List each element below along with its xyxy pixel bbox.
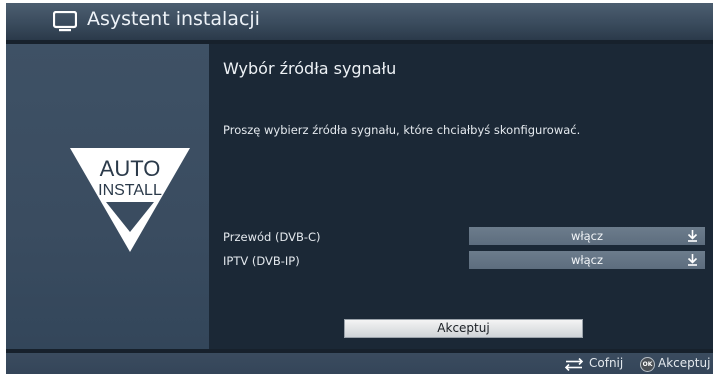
content-panel: [209, 44, 713, 349]
tv-icon: [53, 11, 77, 32]
footer-divider: [6, 349, 713, 353]
section-title: Wybór źródła sygnału: [223, 59, 397, 78]
setting-value-dvb-c: włącz: [570, 229, 604, 243]
instruction-text: Proszę wybierz źródła sygnału, które chc…: [223, 123, 581, 137]
header-title: Asystent instalacji: [87, 8, 260, 30]
installation-wizard-screen: Asystent instalacji AUTO INSTALL Wybór ź…: [6, 3, 713, 374]
accept-button[interactable]: Akceptuj: [344, 319, 583, 338]
header-bar: Asystent instalacji: [6, 3, 713, 40]
dropdown-arrow-icon: [687, 254, 698, 266]
setting-dropdown-iptv[interactable]: włącz: [469, 251, 705, 269]
back-arrows-icon: [564, 358, 584, 371]
footer-accept-label[interactable]: Akceptuj: [658, 356, 710, 370]
setting-label-dvb-c: Przewód (DVB-C): [223, 230, 321, 244]
logo-text-install: INSTALL: [98, 182, 162, 199]
logo-text-auto: AUTO: [100, 156, 161, 181]
setting-label-iptv: IPTV (DVB-IP): [223, 254, 300, 268]
setting-dropdown-dvb-c[interactable]: włącz: [469, 227, 705, 245]
ok-button-icon: OK: [640, 357, 655, 372]
footer-back-label[interactable]: Cofnij: [589, 356, 623, 370]
dropdown-arrow-icon: [687, 230, 698, 242]
auto-install-logo: AUTO INSTALL: [70, 148, 190, 252]
setting-value-iptv: włącz: [570, 253, 604, 267]
footer-bar: Cofnij OK Akceptuj: [6, 349, 713, 374]
